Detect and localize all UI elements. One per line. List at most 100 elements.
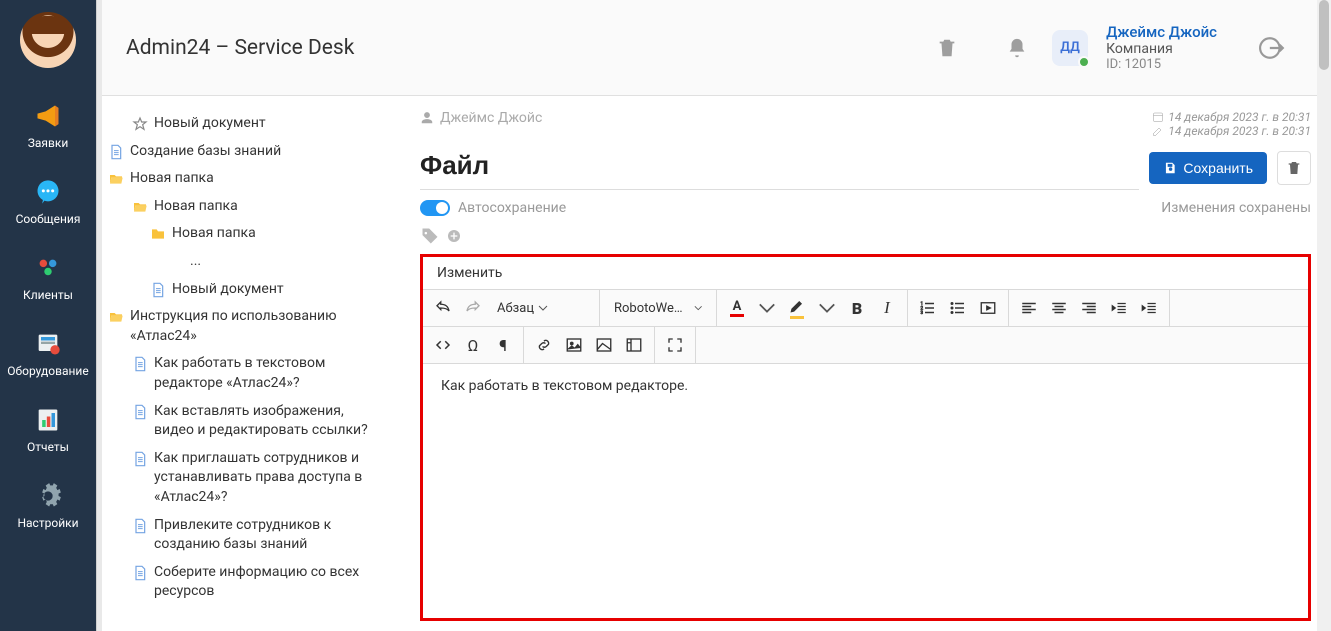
tree-item-label: Соберите информацию со всех ресурсов — [154, 563, 378, 602]
source-button[interactable] — [429, 331, 457, 359]
text-color-button[interactable]: A — [723, 294, 751, 322]
nav-label: Оборудование — [7, 364, 88, 378]
header: Admin24 – Service Desk ДД Джеймс Джойс К… — [102, 0, 1331, 96]
svg-text:3: 3 — [921, 310, 924, 316]
tree-item[interactable]: Как приглашать сотрудников и устанавлива… — [102, 445, 384, 512]
nav-requests[interactable]: Заявки — [0, 88, 96, 164]
user-company: Компания — [1106, 41, 1217, 57]
tree-item[interactable]: Создание базы знаний — [102, 138, 384, 166]
tree-item[interactable]: Новая папка — [102, 220, 384, 248]
undo-button[interactable] — [429, 294, 457, 322]
tree-item-label: Новый документ — [172, 280, 284, 300]
nav-settings[interactable]: Настройки — [0, 468, 96, 544]
tree-item-label: ... — [190, 252, 201, 272]
tree-item[interactable]: Как работать в текстовом редакторе «Атла… — [102, 350, 384, 397]
font-family-select[interactable]: RobotoWeb,H... — [606, 301, 710, 316]
toolbar-row-1: Абзац RobotoWeb,H... A — [423, 290, 1308, 327]
nav-label: Настройки — [17, 516, 78, 530]
tree-item-label: Как приглашать сотрудников и устанавлива… — [154, 449, 378, 508]
editor-body[interactable]: Как работать в текстовом редакторе. — [423, 364, 1308, 618]
ordered-list-button[interactable]: 123 — [914, 294, 942, 322]
block-format-select[interactable]: Абзац — [489, 301, 593, 316]
tree-item-label: Новая папка — [172, 224, 256, 244]
avatar[interactable] — [20, 12, 76, 68]
media-button[interactable] — [974, 294, 1002, 322]
tags-row[interactable] — [420, 226, 1311, 246]
tree-item[interactable]: Новый документ — [102, 276, 384, 304]
document-tree: Новый документ Создание базы знаний Новая … — [102, 96, 392, 631]
user-badge[interactable]: ДД — [1052, 30, 1088, 66]
document-title-input[interactable] — [420, 146, 1139, 190]
delete-button[interactable] — [1277, 151, 1311, 185]
nav-label: Клиенты — [23, 288, 73, 302]
tree-item[interactable]: Привлеките сотрудников к созданию базы з… — [102, 512, 384, 559]
align-left-button[interactable] — [1015, 294, 1043, 322]
main-sidebar: Заявки Сообщения Клиенты Оборудование От — [0, 0, 96, 631]
bell-button[interactable] — [996, 27, 1038, 69]
user-block[interactable]: Джеймс Джойс Компания ID: 12015 — [1106, 23, 1217, 72]
user-id: ID: 12015 — [1106, 57, 1217, 72]
special-char-button[interactable]: Ω — [459, 331, 487, 359]
tree-item[interactable]: Инструкция по использованию «Атлас24» — [102, 303, 384, 350]
image2-button[interactable] — [590, 331, 618, 359]
autosave-toggle[interactable] — [420, 200, 450, 216]
vertical-scrollbar[interactable] — [1317, 0, 1331, 631]
highlight-caret[interactable] — [813, 294, 841, 322]
tree-item-label: Новая папка — [130, 169, 214, 189]
nav-label: Сообщения — [16, 212, 81, 226]
iframe-button[interactable] — [620, 331, 648, 359]
tree-item-label: Инструкция по использованию «Атлас24» — [130, 307, 378, 346]
paragraph-marks-button[interactable]: ¶ — [489, 331, 517, 359]
indent-button[interactable] — [1135, 294, 1163, 322]
people-icon — [34, 254, 62, 282]
unordered-list-button[interactable] — [944, 294, 972, 322]
add-tag-icon[interactable] — [446, 228, 462, 244]
save-button[interactable]: Сохранить — [1149, 152, 1267, 184]
nav-label: Заявки — [28, 136, 69, 150]
reports-icon — [34, 406, 62, 434]
redo-button[interactable] — [459, 294, 487, 322]
tree-item-label: Как работать в текстовом редакторе «Атла… — [154, 354, 378, 393]
tree-item[interactable]: Как вставлять изображения, видео и редак… — [102, 398, 384, 445]
tree-item[interactable]: Соберите информацию со всех ресурсов — [102, 559, 384, 606]
image-button[interactable] — [560, 331, 588, 359]
nav-reports[interactable]: Отчеты — [0, 392, 96, 468]
app-title: Admin24 – Service Desk — [126, 36, 912, 60]
italic-button[interactable]: I — [873, 294, 901, 322]
highlight-button[interactable] — [783, 294, 811, 322]
autosave-label: Автосохранение — [458, 200, 566, 216]
chevron-down-icon — [694, 303, 702, 313]
menu-edit[interactable]: Изменить — [423, 257, 1308, 290]
nav-equipment[interactable]: Оборудование — [0, 316, 96, 392]
equipment-icon — [34, 330, 62, 358]
tree-item-label: Привлеките сотрудников к созданию базы з… — [154, 516, 378, 555]
author-label: Джеймс Джойс — [420, 110, 542, 126]
toolbar-row-2: Ω ¶ — [423, 327, 1308, 364]
editor-container: Изменить Абзац RobotoWeb, — [420, 254, 1311, 621]
tree-item-label: Как вставлять изображения, видео и редак… — [154, 402, 378, 441]
outdent-button[interactable] — [1105, 294, 1133, 322]
nav-label: Отчеты — [27, 440, 69, 454]
nav-messages[interactable]: Сообщения — [0, 164, 96, 240]
tree-item[interactable]: ... — [102, 248, 384, 276]
trash-button[interactable] — [926, 27, 968, 69]
logout-button[interactable] — [1251, 27, 1293, 69]
tree-item-label: Создание базы знаний — [130, 142, 281, 162]
chevron-down-icon — [538, 303, 548, 313]
fullscreen-button[interactable] — [661, 331, 689, 359]
megaphone-icon — [34, 102, 62, 130]
link-button[interactable] — [530, 331, 558, 359]
align-right-button[interactable] — [1075, 294, 1103, 322]
text-color-caret[interactable] — [753, 294, 781, 322]
tree-item[interactable]: Новая папка — [102, 193, 384, 221]
nav-clients[interactable]: Клиенты — [0, 240, 96, 316]
dates: 14 декабря 2023 г. в 20:31 14 декабря 20… — [1152, 110, 1311, 138]
chat-icon — [34, 178, 62, 206]
tree-item[interactable]: Новый документ — [102, 110, 384, 138]
bold-button[interactable]: B — [843, 294, 871, 322]
gear-icon — [34, 482, 62, 510]
changes-saved-label: Изменения сохранены — [1161, 200, 1311, 216]
align-center-button[interactable] — [1045, 294, 1073, 322]
tree-item[interactable]: Новая папка — [102, 165, 384, 193]
tree-item-label: Новая папка — [154, 197, 238, 217]
